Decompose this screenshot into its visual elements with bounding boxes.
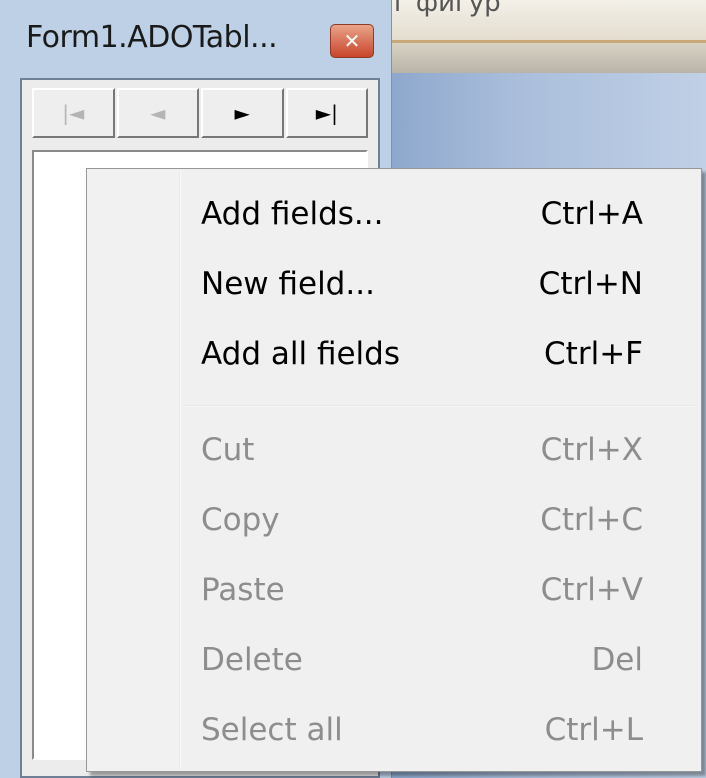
next-record-icon: ► [234,101,250,125]
menu-item-shortcut: Ctrl+C [540,502,643,538]
first-record-icon: |◄ [62,101,85,125]
menu-item-paste[interactable]: Paste Ctrl+V [89,555,699,625]
menu-item-shortcut: Ctrl+N [538,266,643,302]
window-title: Form1.ADOTabl... [26,20,278,55]
menu-item-label: New field... [201,266,375,302]
menu-item-select-all[interactable]: Select all Ctrl+L [89,695,699,765]
menu-item-label: Paste [201,572,285,608]
background-window-band [382,43,706,73]
menu-item-shortcut: Del [591,642,643,678]
background-window-titlebar: г фигур [382,0,706,43]
menu-item-label: Copy [201,502,280,538]
nav-prior-button[interactable]: ◄ [116,88,199,138]
dataset-navigator: |◄ ◄ ► ►| [32,88,368,140]
last-record-icon: ►| [315,101,338,125]
menu-item-label: Select all [201,712,343,748]
menu-item-label: Delete [201,642,303,678]
menu-item-delete[interactable]: Delete Del [89,625,699,695]
menu-item-cut[interactable]: Cut Ctrl+X [89,415,699,485]
close-button[interactable]: ✕ [330,24,374,58]
nav-next-button[interactable]: ► [201,88,284,138]
context-menu: Add fields... Ctrl+A New field... Ctrl+N… [86,168,702,772]
nav-first-button[interactable]: |◄ [32,88,115,138]
menu-item-copy[interactable]: Copy Ctrl+C [89,485,699,555]
menu-item-add-fields[interactable]: Add fields... Ctrl+A [89,179,699,249]
nav-last-button[interactable]: ►| [285,88,368,138]
menu-item-label: Cut [201,432,255,468]
menu-item-shortcut: Ctrl+A [540,196,643,232]
menu-item-shortcut: Ctrl+F [544,336,643,372]
menu-item-new-field[interactable]: New field... Ctrl+N [89,249,699,319]
menu-item-label: Add fields... [201,196,384,232]
prior-record-icon: ◄ [150,101,166,125]
menu-item-shortcut: Ctrl+L [544,712,643,748]
menu-separator [183,405,695,407]
close-icon: ✕ [343,29,361,53]
background-window-title: г фигур [394,0,501,18]
menu-item-shortcut: Ctrl+X [540,432,643,468]
menu-item-label: Add all fields [201,336,400,372]
menu-item-add-all-fields[interactable]: Add all fields Ctrl+F [89,319,699,389]
menu-item-shortcut: Ctrl+V [540,572,643,608]
